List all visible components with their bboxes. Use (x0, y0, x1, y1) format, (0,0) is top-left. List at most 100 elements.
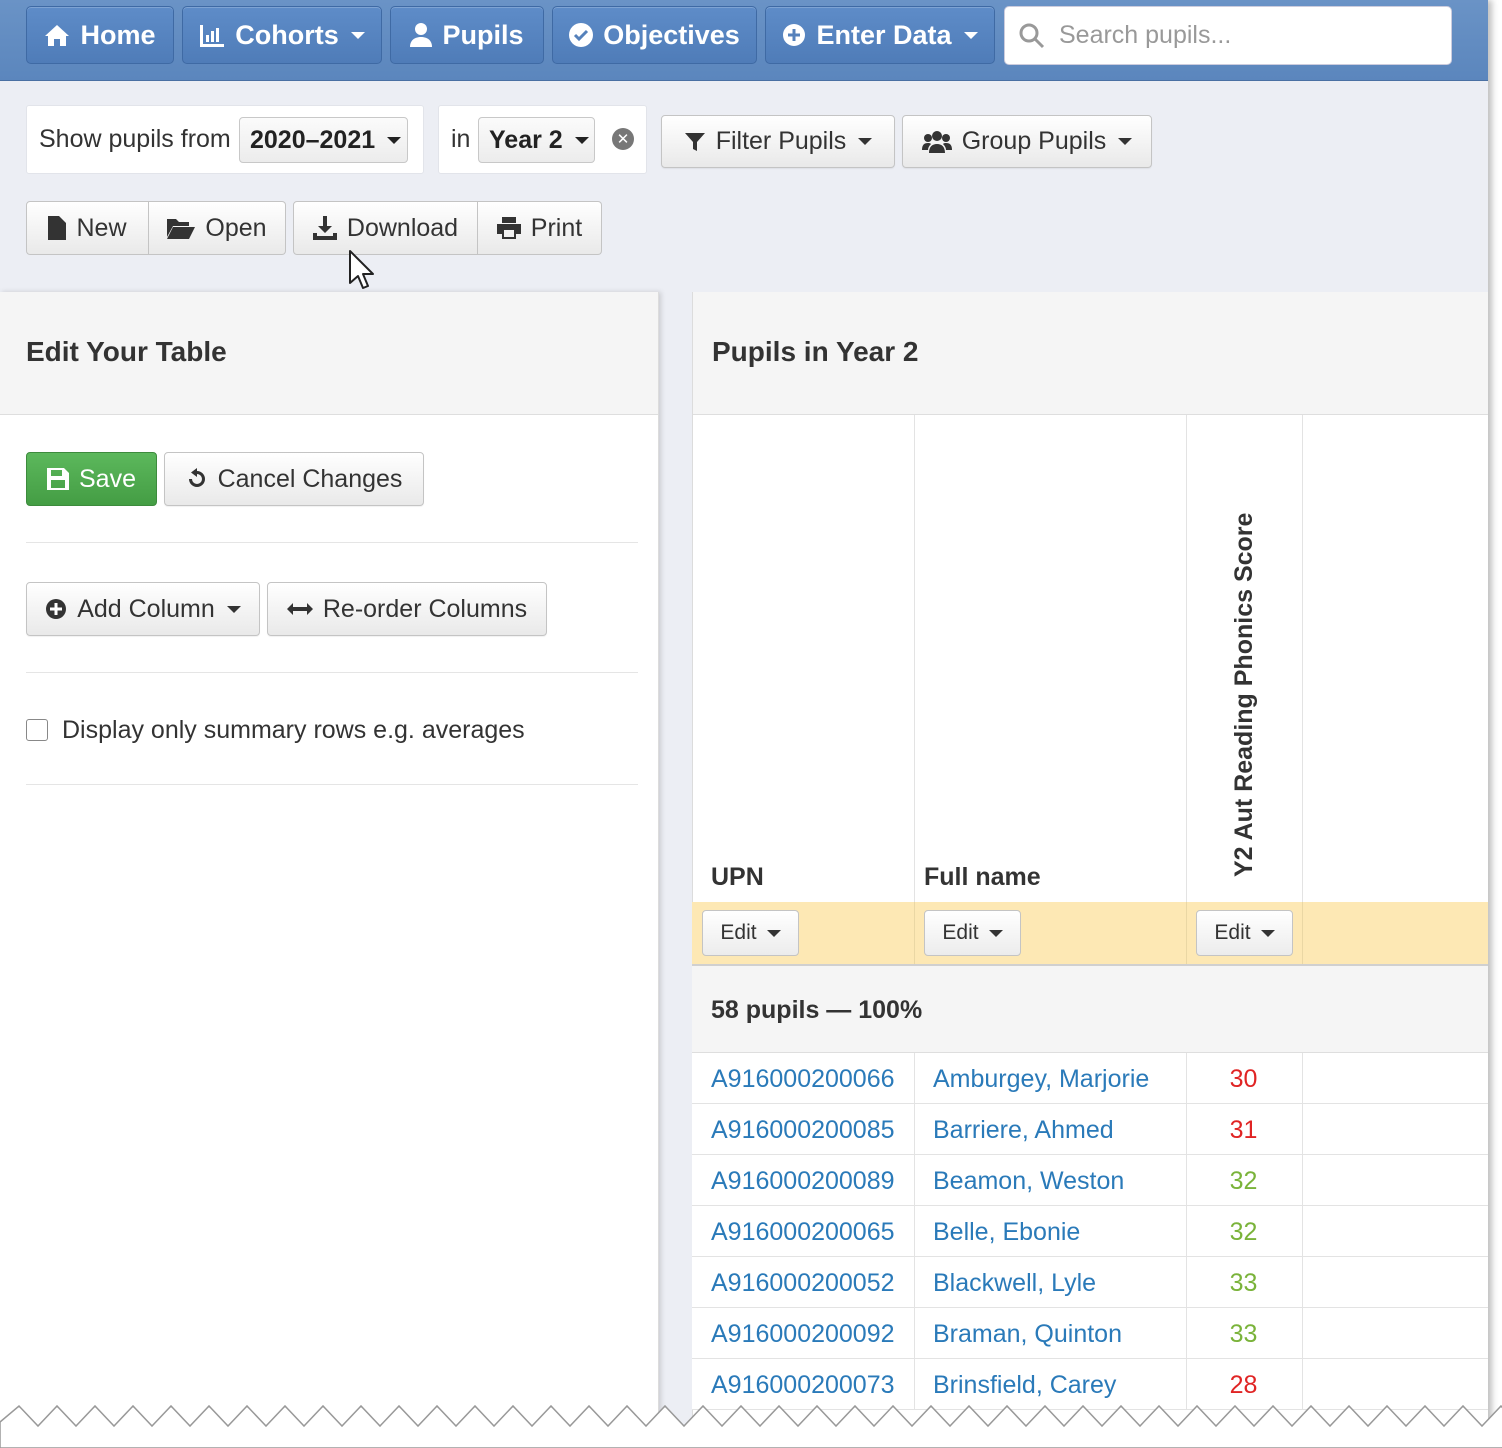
folder-open-icon (167, 219, 196, 239)
download-button[interactable]: Download (293, 201, 478, 255)
summary-rows-checkbox[interactable] (26, 719, 48, 741)
summary-rows-label: Display only summary rows e.g. averages (62, 716, 525, 744)
table-row: A916000200089 Beamon, Weston 32 (692, 1155, 1488, 1206)
filter-icon (684, 132, 705, 151)
edit-table-panel: Edit Your Table Save Cancel Changes Add … (0, 292, 659, 1448)
print-icon (496, 217, 521, 239)
column-divider (914, 1206, 915, 1257)
cancel-changes-label: Cancel Changes (217, 464, 403, 493)
nav-home-label: Home (80, 19, 156, 50)
column-edit-row (692, 902, 1488, 967)
search-box[interactable] (1004, 6, 1452, 65)
edit-score-column-button[interactable]: Edit (1196, 910, 1293, 956)
nav-home-button[interactable]: Home (26, 6, 174, 64)
column-divider (1302, 1155, 1303, 1206)
column-divider (914, 1104, 915, 1155)
reorder-columns-button[interactable]: Re-order Columns (267, 582, 547, 636)
open-button[interactable]: Open (149, 201, 286, 255)
plus-circle-icon (46, 599, 67, 619)
download-icon (312, 216, 337, 240)
plus-circle-icon (783, 24, 806, 46)
column-divider (1302, 1308, 1303, 1359)
column-divider (914, 902, 915, 964)
chevron-down-icon (387, 136, 402, 144)
nav-objectives-button[interactable]: Objectives (552, 6, 757, 64)
nav-pupils-button[interactable]: Pupils (390, 6, 544, 64)
new-button[interactable]: New (26, 201, 149, 255)
edit-label: Edit (720, 921, 757, 944)
table-row: A916000200066 Amburgey, Marjorie 30 (692, 1053, 1488, 1104)
nav-cohorts-button[interactable]: Cohorts (182, 6, 382, 64)
pupil-name-link[interactable]: Brinsfield, Carey (933, 1371, 1116, 1400)
group-select[interactable]: Year 2 (478, 117, 595, 163)
search-icon (1019, 23, 1045, 48)
edit-name-column-button[interactable]: Edit (924, 910, 1021, 956)
table-panel-header: Pupils in Year 2 (693, 292, 1488, 415)
table-row: A916000200052 Blackwell, Lyle 33 (692, 1257, 1488, 1308)
phonics-score: 31 (1229, 1116, 1258, 1144)
print-label: Print (530, 213, 583, 242)
pupil-name-link[interactable]: Beamon, Weston (933, 1167, 1124, 1196)
check-circle-icon (569, 23, 594, 47)
column-divider (1302, 902, 1303, 964)
chevron-down-icon (1260, 929, 1275, 937)
pupil-name-link[interactable]: Barriere, Ahmed (933, 1116, 1114, 1145)
pupil-name-link[interactable]: Amburgey, Marjorie (933, 1065, 1149, 1094)
pupil-upn-link[interactable]: A916000200092 (711, 1320, 895, 1349)
pupil-name-link[interactable]: Belle, Ebonie (933, 1218, 1080, 1247)
table-row: A916000200065 Belle, Ebonie 32 (692, 1206, 1488, 1257)
column-header-upn[interactable]: UPN (711, 863, 764, 892)
torn-edge (0, 1404, 1502, 1448)
top-navbar: Home Cohorts Pupils Objectives Enter Dat… (0, 0, 1488, 81)
pupil-upn-link[interactable]: A916000200065 (711, 1218, 895, 1247)
edit-panel-title: Edit Your Table (26, 336, 227, 367)
column-divider (1186, 415, 1187, 966)
pupil-upn-link[interactable]: A916000200066 (711, 1065, 895, 1094)
column-divider (1302, 1206, 1303, 1257)
pupil-name-link[interactable]: Braman, Quinton (933, 1320, 1122, 1349)
chevron-down-icon (1118, 138, 1133, 145)
pupil-upn-link[interactable]: A916000200073 (711, 1371, 895, 1400)
group-select-value: Year 2 (489, 125, 563, 154)
nav-pupils-label: Pupils (442, 19, 524, 50)
download-label: Download (346, 213, 459, 242)
save-label: Save (79, 464, 136, 493)
add-column-button[interactable]: Add Column (26, 582, 260, 636)
group-pupils-button[interactable]: Group Pupils (902, 115, 1152, 168)
column-divider (914, 1155, 915, 1206)
chevron-down-icon (766, 929, 781, 937)
app-window: Home Cohorts Pupils Objectives Enter Dat… (0, 0, 1488, 1448)
year-select[interactable]: 2020–2021 (239, 117, 408, 163)
pupil-upn-link[interactable]: A916000200052 (711, 1269, 895, 1298)
nav-enter-data-button[interactable]: Enter Data (765, 6, 995, 64)
save-button[interactable]: Save (26, 452, 157, 506)
search-input[interactable] (1057, 20, 1441, 51)
nav-enter-data-label: Enter Data (816, 19, 952, 50)
pupil-upn-link[interactable]: A916000200089 (711, 1167, 895, 1196)
file-button-group-2: Download Print (293, 201, 602, 255)
chevron-down-icon (988, 929, 1003, 937)
column-header-full-name[interactable]: Full name (924, 863, 1041, 892)
pupil-upn-link[interactable]: A916000200085 (711, 1116, 895, 1145)
edit-upn-column-button[interactable]: Edit (702, 910, 799, 956)
pupil-name-link[interactable]: Blackwell, Lyle (933, 1269, 1096, 1298)
edit-label: Edit (942, 921, 979, 944)
undo-icon (188, 468, 205, 487)
column-divider (1302, 415, 1303, 966)
print-button[interactable]: Print (478, 201, 602, 255)
pupil-count-summary: 58 pupils — 100% (711, 996, 923, 1024)
column-divider (1302, 1053, 1303, 1104)
column-header-phonics-score[interactable]: Y2 Aut Reading Phonics Score (1229, 513, 1259, 877)
table-panel-title: Pupils in Year 2 (712, 336, 919, 367)
filter-pupils-button[interactable]: Filter Pupils (661, 115, 895, 168)
divider (26, 542, 638, 543)
torn-edge-shape (0, 1404, 1502, 1448)
user-icon (410, 23, 433, 47)
file-icon (48, 216, 67, 240)
nav-objectives-label: Objectives (603, 19, 740, 50)
file-button-group-1: New Open (26, 201, 286, 255)
clear-filter-icon[interactable]: ✕ (612, 128, 634, 150)
phonics-score: 33 (1229, 1269, 1258, 1297)
cancel-changes-button[interactable]: Cancel Changes (164, 452, 424, 506)
reorder-columns-label: Re-order Columns (322, 594, 528, 623)
